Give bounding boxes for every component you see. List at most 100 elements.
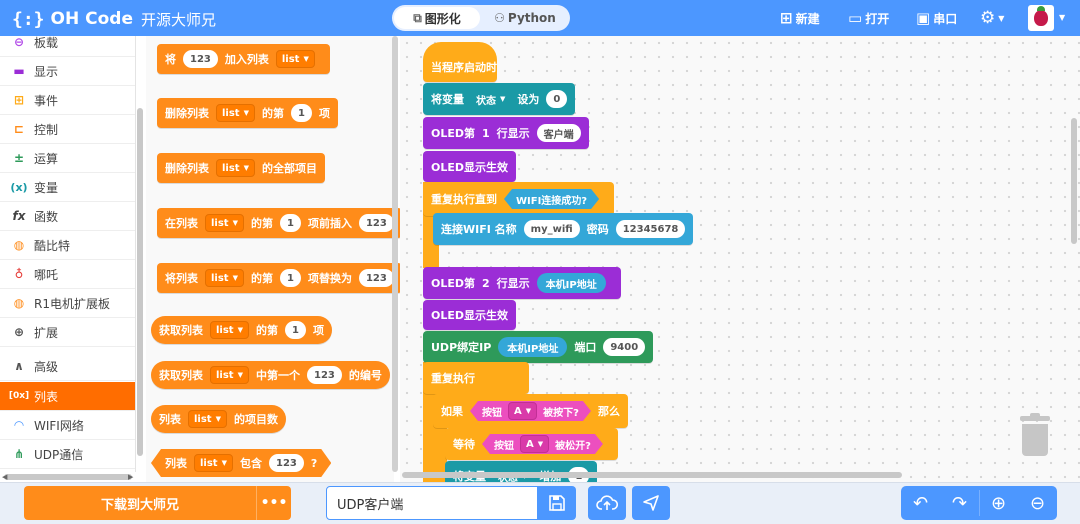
button-released-condition[interactable]: 按钮 A ▼ 被松开? — [482, 434, 603, 454]
zoom-in-button[interactable]: ⊕ — [979, 486, 1018, 520]
download-button[interactable]: 下载到大师兄 ••• — [24, 486, 291, 520]
sidebar-item-microbit[interactable]: ◍ 酷比特 — [0, 231, 135, 260]
flyout-block-replace[interactable]: 将列表 list ▼ 的第 1 项替换为 123 — [157, 263, 402, 293]
ssid-input[interactable]: my_wifi — [523, 220, 580, 238]
sidebar-item-udp[interactable]: ⋔ UDP通信 — [0, 440, 135, 469]
mode-python-tab[interactable]: ⚇ Python — [482, 7, 568, 29]
button-pressed-condition[interactable]: 按钮 A ▼ 被按下? — [470, 401, 591, 421]
scroll-right-icon[interactable]: ▶ — [128, 473, 133, 481]
redo-button[interactable]: ↷ — [940, 486, 979, 520]
sidebar-item-motor-board[interactable]: ◍ R1电机扩展板 — [0, 289, 135, 318]
index-input[interactable]: 1 — [290, 104, 312, 122]
serial-button[interactable]: ▣ 串口 — [916, 9, 957, 27]
value-input[interactable]: 123 — [358, 269, 394, 287]
block-text: ? — [310, 456, 318, 470]
script-oled-apply-1[interactable]: OLED显示生效 — [423, 151, 517, 182]
sidebar-item-wifi[interactable]: ◠ WIFI网络 — [0, 411, 135, 440]
trash-icon[interactable] — [1020, 413, 1050, 456]
sidebar-item-variables[interactable]: (x) 变量 — [0, 173, 135, 202]
script-if-block[interactable]: 如果 按钮 A ▼ 被按下? 那么 — [433, 394, 628, 428]
text-input[interactable]: 客户端 — [536, 124, 581, 142]
line-number[interactable]: 2 — [482, 277, 490, 290]
upload-button[interactable] — [588, 486, 626, 520]
sidebar-item-event[interactable]: ⊞ 事件 — [0, 86, 135, 115]
sidebar-scrollbar[interactable] — [137, 108, 143, 456]
avatar[interactable] — [1028, 5, 1054, 31]
list-dropdown[interactable]: list ▼ — [188, 410, 227, 428]
local-ip-reporter[interactable]: 本机IP地址 — [536, 273, 606, 293]
list-dropdown[interactable]: list ▼ — [216, 104, 255, 122]
value-input[interactable]: 123 — [306, 366, 342, 384]
sidebar-item-display[interactable]: ▬ 显示 — [0, 57, 135, 86]
block-text: 设为 — [517, 93, 540, 106]
flyout-block-insert[interactable]: 在列表 list ▼ 的第 1 项前插入 123 — [157, 208, 402, 238]
script-oled-apply-2[interactable]: OLED显示生效 — [423, 300, 517, 330]
new-button[interactable]: ⊞ 新建 — [780, 9, 820, 27]
variable-dropdown[interactable]: 状态 ▼ — [471, 90, 510, 108]
list-dropdown[interactable]: list ▼ — [194, 454, 233, 472]
value-input[interactable]: 0 — [546, 90, 568, 108]
scroll-left-icon[interactable]: ◀ — [2, 473, 7, 481]
avatar-chevron-icon[interactable]: ▼ — [1059, 13, 1065, 22]
sidebar-item-function[interactable]: fx 函数 — [0, 202, 135, 231]
flyout-block-append[interactable]: 将 123 加入列表 list ▼ — [157, 44, 330, 74]
sidebar-horizontal-scrollbar[interactable] — [4, 474, 132, 480]
more-options-button[interactable]: ••• — [256, 486, 291, 520]
script-wait-until[interactable]: 等待 按钮 A ▼ 被松开? — [445, 428, 618, 460]
workspace-vertical-scrollbar[interactable] — [1071, 118, 1077, 244]
script-forever[interactable]: 重复执行 — [423, 362, 529, 394]
list-dropdown[interactable]: list ▼ — [205, 269, 244, 287]
undo-button[interactable]: ↶ — [901, 486, 940, 520]
value-input[interactable]: 123 — [269, 454, 304, 472]
script-wifi-connect[interactable]: 连接WIFI 名称 my_wifi 密码 12345678 — [433, 213, 694, 245]
script-repeat-until[interactable]: 重复执行直到 WIFI连接成功? — [423, 182, 615, 216]
sidebar-item-operators[interactable]: ± 运算 — [0, 144, 135, 173]
sidebar-item-nezha[interactable]: ♁ 哪吒 — [0, 260, 135, 289]
script-hat-block[interactable]: 当程序启动时 — [423, 42, 497, 82]
flyout-block-delete-all[interactable]: 删除列表 list ▼ 的全部项目 — [157, 153, 325, 183]
password-input[interactable]: 12345678 — [615, 220, 686, 238]
index-input[interactable]: 1 — [284, 321, 306, 339]
flyout-block-delete-item[interactable]: 删除列表 list ▼ 的第 1 项 — [157, 98, 338, 128]
dropdown-value: list — [222, 162, 240, 174]
list-dropdown[interactable]: list ▼ — [216, 159, 255, 177]
sidebar-item-extension[interactable]: ⊕ 扩展 — [0, 318, 135, 347]
flyout-block-get-item[interactable]: 获取列表 list ▼ 的第 1 项 — [151, 316, 332, 344]
flyout-block-index-of[interactable]: 获取列表 list ▼ 中第一个 123 的编号 — [151, 361, 390, 389]
value-input[interactable]: 123 — [358, 214, 394, 232]
line-number[interactable]: 1 — [482, 127, 490, 140]
list-dropdown[interactable]: list ▼ — [275, 50, 315, 68]
sidebar-item-advanced[interactable]: ∧ 高级 — [0, 352, 135, 381]
variables-icon: (x) — [10, 180, 28, 194]
port-input[interactable]: 9400 — [603, 338, 646, 356]
app-window: {:} OH Code 开源大师兄 ⧉ 图形化 ⚇ Python ⊞ 新建 ▭ … — [0, 0, 1080, 524]
list-dropdown[interactable]: list ▼ — [210, 321, 249, 339]
workspace-horizontal-scrollbar[interactable] — [402, 472, 902, 478]
script-oled-line-1[interactable]: OLED第 1 行显示 客户端 — [423, 117, 589, 149]
sidebar-item-board[interactable]: ⊖ 板载 — [0, 36, 135, 57]
button-key-dropdown[interactable]: A ▼ — [520, 435, 549, 453]
sidebar-item-list[interactable]: [0x] 列表 — [0, 382, 135, 411]
list-dropdown[interactable]: list ▼ — [205, 214, 244, 232]
send-button[interactable] — [632, 486, 670, 520]
open-button[interactable]: ▭ 打开 — [848, 9, 889, 27]
zoom-out-button[interactable]: ⊖ — [1018, 486, 1057, 520]
flyout-block-length[interactable]: 列表 list ▼ 的项目数 — [151, 405, 286, 433]
value-input[interactable]: 123 — [183, 50, 218, 68]
settings-button[interactable]: ⚙ ▼ — [980, 8, 1004, 28]
flyout-block-contains[interactable]: 列表 list ▼ 包含 123 ? — [151, 449, 331, 477]
mode-graphic-tab[interactable]: ⧉ 图形化 — [394, 7, 480, 29]
save-button[interactable] — [538, 486, 576, 520]
index-input[interactable]: 1 — [279, 269, 301, 287]
sidebar-item-control[interactable]: ⊏ 控制 — [0, 115, 135, 144]
wifi-connected-condition[interactable]: WIFI连接成功? — [504, 189, 599, 209]
button-key-dropdown[interactable]: A ▼ — [508, 402, 537, 420]
script-udp-bind[interactable]: UDP绑定IP 本机IP地址 端口 9400 — [423, 331, 654, 363]
local-ip-reporter[interactable]: 本机IP地址 — [498, 337, 568, 357]
script-set-variable[interactable]: 将变量 状态 ▼ 设为 0 — [423, 83, 576, 115]
list-dropdown[interactable]: list ▼ — [210, 366, 249, 384]
flyout-scrollbar[interactable] — [392, 36, 398, 472]
index-input[interactable]: 1 — [279, 214, 301, 232]
project-name-field[interactable]: UDP客户端 — [326, 486, 538, 520]
script-oled-line-2[interactable]: OLED第 2 行显示 本机IP地址 — [423, 267, 621, 299]
